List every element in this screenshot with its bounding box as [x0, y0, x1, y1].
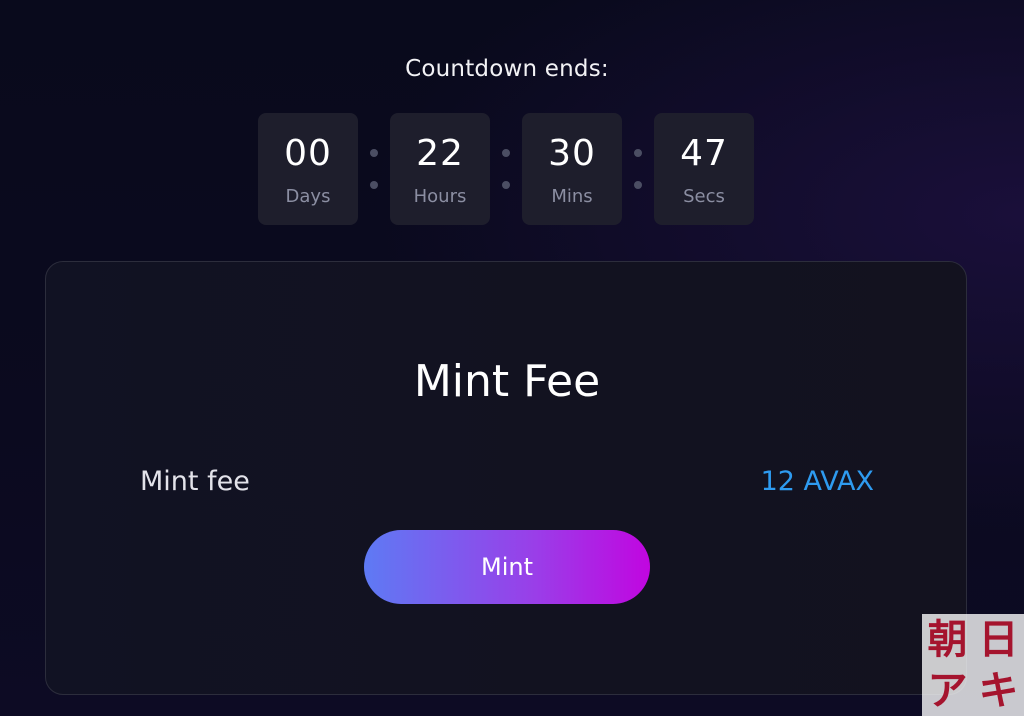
- countdown-mins-label: Mins: [551, 186, 593, 207]
- watermark-char: ア: [927, 667, 968, 714]
- countdown-hours-value: 22: [416, 133, 464, 174]
- separator-dot: [634, 149, 642, 157]
- mint-button[interactable]: Mint: [364, 530, 650, 604]
- countdown-separator: [622, 113, 654, 225]
- countdown-secs-value: 47: [680, 133, 728, 174]
- watermark-char: 日: [978, 616, 1019, 663]
- separator-dot: [502, 181, 510, 189]
- countdown-days-label: Days: [285, 186, 331, 207]
- countdown-separator: [490, 113, 522, 225]
- mint-fee-label: Mint fee: [140, 466, 250, 497]
- countdown-days-value: 00: [284, 133, 332, 174]
- countdown-days: 00 Days: [258, 113, 358, 225]
- countdown-timer: 00 Days 22 Hours 30 Mins 47 Secs: [258, 113, 754, 225]
- watermark-logo: 朝 日 ア キ: [922, 614, 1024, 716]
- countdown-mins: 30 Mins: [522, 113, 622, 225]
- countdown-title: Countdown ends:: [405, 56, 609, 82]
- mint-fee-value: 12 AVAX: [760, 466, 874, 497]
- separator-dot: [370, 149, 378, 157]
- mint-fee-title: Mint Fee: [413, 356, 601, 407]
- watermark-char: キ: [978, 667, 1019, 714]
- separator-dot: [370, 181, 378, 189]
- countdown-secs-label: Secs: [683, 186, 725, 207]
- watermark-char: 朝: [927, 616, 968, 663]
- countdown-hours: 22 Hours: [390, 113, 490, 225]
- countdown-hours-label: Hours: [413, 186, 467, 207]
- mint-fee-card: Mint Fee Mint fee 12 AVAX Mint: [45, 261, 967, 695]
- separator-dot: [502, 149, 510, 157]
- countdown-separator: [358, 113, 390, 225]
- countdown-mins-value: 30: [548, 133, 596, 174]
- separator-dot: [634, 181, 642, 189]
- countdown-secs: 47 Secs: [654, 113, 754, 225]
